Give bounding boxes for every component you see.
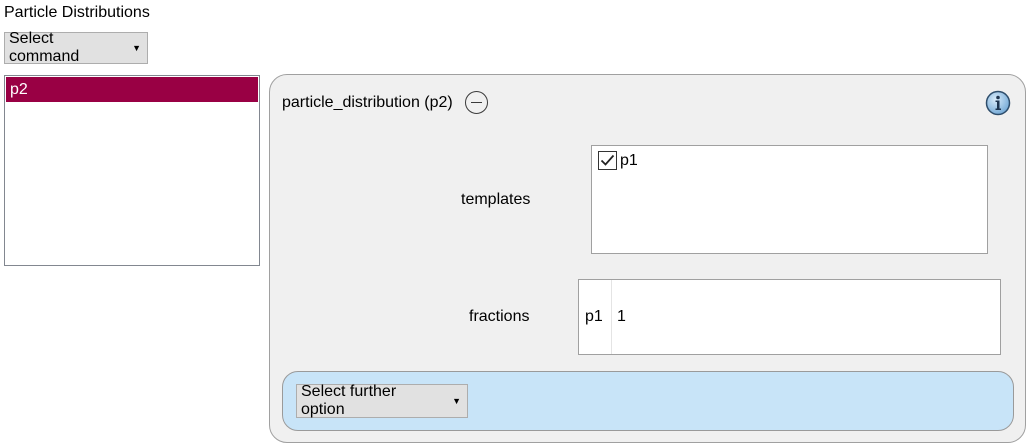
checkmark-icon xyxy=(600,154,615,166)
templates-list: p1 xyxy=(591,145,988,254)
select-command-dropdown[interactable]: Select command ▼ xyxy=(4,30,148,65)
fraction-key-p1: p1 xyxy=(579,280,612,354)
further-options-section: Select further option ▼ xyxy=(282,371,1014,431)
chevron-down-icon: ▼ xyxy=(452,396,461,406)
section-title: Particle Distributions xyxy=(4,4,150,21)
template-p1-checkbox[interactable] xyxy=(598,151,617,170)
select-command-label: Select command xyxy=(9,30,80,65)
template-p1-label: p1 xyxy=(620,151,638,169)
select-further-option-dropdown[interactable]: Select further option ▼ xyxy=(296,383,468,418)
fractions-table: p1 1 xyxy=(578,279,1001,355)
chevron-down-icon: ▼ xyxy=(132,43,141,53)
fractions-label: fractions xyxy=(469,308,530,325)
templates-label: templates xyxy=(461,191,531,208)
list-item-p2[interactable]: p2 xyxy=(6,77,258,102)
minus-circle-icon[interactable] xyxy=(464,91,488,114)
panel-title: particle_distribution (p2) xyxy=(282,93,453,111)
panel-header: particle_distribution (p2) xyxy=(282,91,488,114)
select-further-option-label: Select further option xyxy=(301,383,397,418)
fraction-value-p1[interactable]: 1 xyxy=(617,280,626,354)
distribution-list[interactable]: p2 xyxy=(4,75,260,266)
template-option-p1[interactable]: p1 xyxy=(598,151,638,170)
particle-distribution-panel: particle_distribution (p2) templates p1 … xyxy=(269,74,1026,443)
info-icon[interactable] xyxy=(985,90,1011,116)
